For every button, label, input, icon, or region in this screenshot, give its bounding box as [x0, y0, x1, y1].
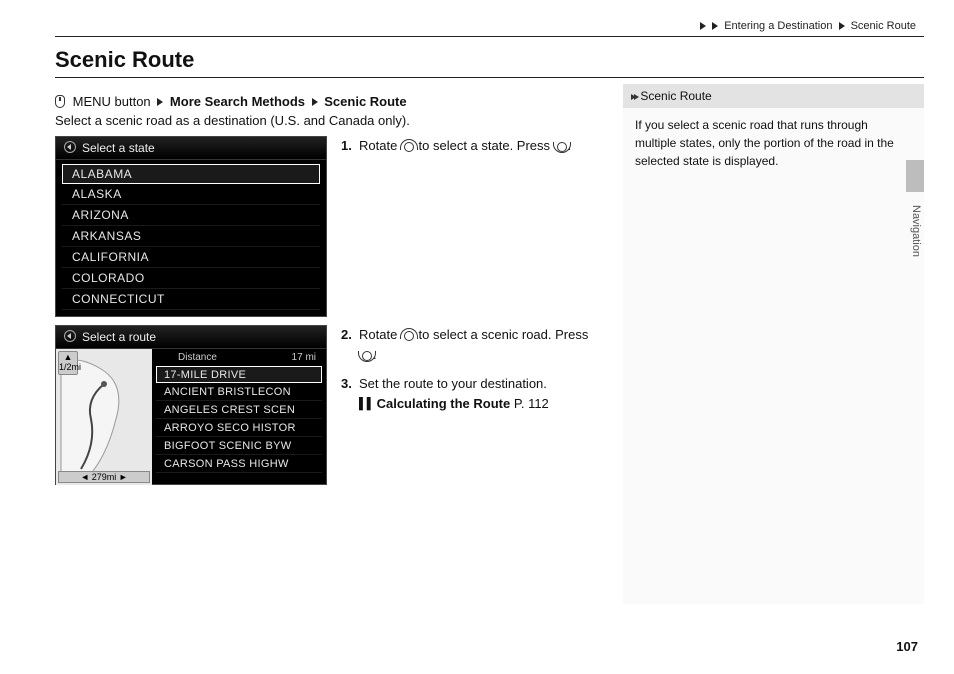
- screenshot-header: Select a route: [82, 330, 156, 344]
- cross-reference: ▌▌Calculating the Route: [359, 396, 514, 411]
- map-scale: ◄ 279mi ►: [58, 471, 150, 483]
- list-item: CONNECTICUT: [62, 289, 320, 310]
- chevron-right-icon: [839, 22, 845, 30]
- book-icon: ▌▌: [359, 396, 375, 413]
- step-text: Rotate: [359, 327, 401, 342]
- step-text: to select a scenic road. Press: [415, 327, 588, 342]
- section-label: Navigation: [910, 205, 922, 257]
- page-number: 107: [896, 639, 918, 654]
- breadcrumb-a: Entering a Destination: [724, 20, 832, 32]
- route-list: 17-MILE DRIVE ANCIENT BRISTLECON ANGELES…: [156, 366, 322, 473]
- sidebar-body: If you select a scenic road that runs th…: [623, 108, 924, 604]
- page-title: Scenic Route: [55, 47, 924, 78]
- description: Select a scenic road as a destination (U…: [55, 113, 595, 128]
- press-knob-icon: [359, 349, 373, 361]
- step-number: 1.: [341, 136, 359, 156]
- rotate-knob-icon: [401, 140, 415, 152]
- step-number: 2.: [341, 325, 359, 364]
- list-item: ARKANSAS: [62, 226, 320, 247]
- chevron-right-icon: [634, 94, 639, 100]
- breadcrumb: Entering a Destination Scenic Route: [55, 20, 924, 37]
- press-knob-icon: [554, 140, 568, 152]
- distance-value: 17 mi: [292, 352, 316, 363]
- distance-label: Distance: [178, 352, 217, 363]
- back-icon: [64, 141, 76, 153]
- list-item: ARIZONA: [62, 205, 320, 226]
- screenshot-header: Select a state: [82, 141, 155, 155]
- map-half-scale: 1/2mi: [59, 363, 77, 373]
- list-item: ARROYO SECO HISTOR: [156, 419, 322, 437]
- step-text: Rotate: [359, 138, 401, 153]
- menu-button-icon: [55, 95, 65, 108]
- path-menu: MENU button: [73, 94, 151, 109]
- list-item: ALABAMA: [62, 164, 320, 184]
- mini-map: ▲ 1/2mi ◄ 279mi ►: [56, 349, 152, 485]
- list-item: CARSON PASS HIGHW: [156, 455, 322, 473]
- list-item: BIGFOOT SCENIC BYW: [156, 437, 322, 455]
- step-number: 3.: [341, 374, 359, 413]
- xref-page: P. 112: [514, 396, 549, 411]
- sidebar-header: Scenic Route: [623, 84, 924, 108]
- screenshot-select-state: Select a state ALABAMA ALASKA ARIZONA AR…: [55, 136, 327, 317]
- list-item: ANGELES CREST SCEN: [156, 401, 322, 419]
- step-text: to select a state. Press: [415, 138, 554, 153]
- breadcrumb-b: Scenic Route: [851, 20, 916, 32]
- chevron-right-icon: [312, 98, 318, 106]
- list-item: 17-MILE DRIVE: [156, 366, 322, 383]
- step-text: Set the route to your destination.: [359, 376, 547, 391]
- section-tab: [906, 160, 924, 192]
- chevron-right-icon: [157, 98, 163, 106]
- step-3: 3. Set the route to your destination. ▌▌…: [341, 374, 595, 413]
- map-scale-value: 279mi: [92, 472, 117, 482]
- north-up-icon: ▲ 1/2mi: [58, 351, 78, 375]
- path-s1: More Search Methods: [170, 94, 305, 109]
- chevron-right-icon: [700, 22, 706, 30]
- list-item: ANCIENT BRISTLECON: [156, 383, 322, 401]
- step-2: 2. Rotate to select a scenic road. Press…: [341, 325, 595, 364]
- path-s2: Scenic Route: [324, 94, 406, 109]
- step-1: 1. Rotate to select a state. Press .: [341, 136, 595, 156]
- menu-path: MENU button More Search Methods Scenic R…: [55, 94, 595, 109]
- list-item: ALASKA: [62, 184, 320, 205]
- distance-row: Distance 17 mi: [156, 349, 322, 366]
- state-list: ALABAMA ALASKA ARIZONA ARKANSAS CALIFORN…: [62, 164, 320, 310]
- list-item: CALIFORNIA: [62, 247, 320, 268]
- screenshot-select-route: Select a route ▲ 1/2mi: [55, 325, 327, 485]
- xref-label: Calculating the Route: [377, 396, 511, 411]
- chevron-right-icon: [712, 22, 718, 30]
- sidebar-title: Scenic Route: [640, 89, 711, 103]
- back-icon: [64, 330, 76, 342]
- list-item: COLORADO: [62, 268, 320, 289]
- rotate-knob-icon: [401, 329, 415, 341]
